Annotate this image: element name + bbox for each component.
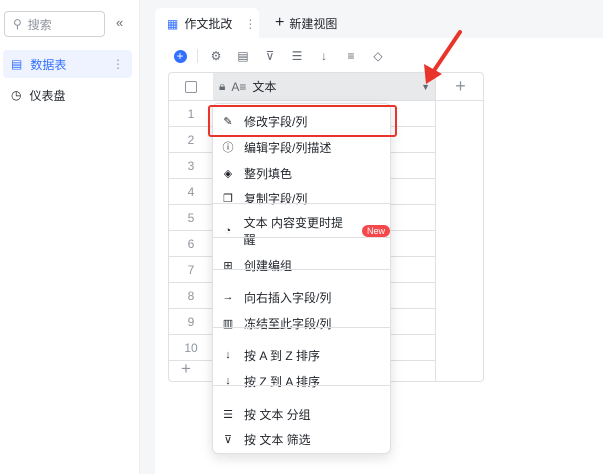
filter-icon[interactable]: ⊽ — [258, 46, 282, 66]
menu-item[interactable]: ◔ 文本 内容变更时提醒 New — [213, 216, 390, 247]
row-number: 5 — [187, 211, 195, 225]
column-context-menu: ✎ 修改字段/列 ⓘ 编辑字段/列描述 ◈ 整列填色 ❐ 复制字段/列 ◔ 文本 内容变更时提醒 N… — [212, 103, 391, 454]
more-icon[interactable]: ⋮ — [244, 17, 256, 31]
menu-item[interactable]: → 向右插入字段/列 — [213, 285, 390, 309]
tab-active-view[interactable]: ▦ 作文批改 ⋮ — [155, 8, 259, 39]
fill-color-icon: ◈ — [223, 167, 233, 180]
collapse-sidebar-button[interactable]: « — [116, 15, 123, 30]
row-number: 9 — [187, 315, 195, 329]
settings-icon[interactable]: ⚙ — [204, 46, 228, 66]
menu-divider — [213, 237, 390, 238]
menu-divider — [213, 269, 390, 270]
more-icon[interactable]: ⋮ — [112, 57, 124, 71]
info-icon: ⓘ — [222, 142, 234, 154]
table-icon: ▤ — [11, 57, 23, 71]
sort-asc-icon: ↓ — [225, 349, 231, 361]
row-number: 4 — [187, 185, 195, 199]
menu-item[interactable]: ⓘ 编辑字段/列描述 — [213, 135, 390, 159]
menu-item[interactable]: ▥ 冻结至此字段/列 — [213, 311, 390, 335]
add-record-button[interactable]: + — [168, 46, 192, 66]
reminder-icon: ◔ — [224, 225, 232, 237]
menu-divider — [213, 203, 390, 204]
fill-color-icon[interactable]: ◇ — [366, 46, 390, 66]
group-icon: ☰ — [223, 408, 233, 421]
search-icon: ⚲ — [13, 17, 22, 31]
arrow-right-icon: → — [222, 291, 234, 303]
menu-item[interactable]: ❐ 复制字段/列 — [213, 186, 390, 210]
search-input[interactable]: ⚲ 搜索 — [4, 11, 105, 37]
new-badge: New — [361, 225, 390, 237]
row-number: 8 — [187, 289, 195, 303]
text-field-icon: A≡ — [231, 79, 247, 94]
dashboard-icon: ◷ — [11, 88, 22, 102]
menu-item[interactable]: ◈ 整列填色 — [213, 161, 390, 185]
red-arrow-annotation — [424, 30, 462, 84]
highlight-box — [208, 105, 397, 137]
toolbar: + ⚙ ▤ ⊽ ☰ ↓ ≡ ◇ — [168, 46, 393, 66]
plus-icon: + — [275, 14, 285, 31]
sidebar-item-datatable[interactable]: ▤ 数据表 ⋮ — [3, 50, 132, 78]
row-number: 1 — [187, 107, 195, 121]
menu-item[interactable]: ↓ 按 Z 到 A 排序 — [213, 369, 390, 393]
select-all-checkbox[interactable] — [169, 73, 213, 101]
row-number: 3 — [187, 159, 195, 173]
sort-icon[interactable]: ↓ — [312, 46, 336, 66]
row-number: 7 — [187, 263, 195, 277]
filter-icon: ⊽ — [223, 433, 233, 446]
sidebar-item-dashboard[interactable]: ◷ 仪表盘 — [3, 81, 132, 109]
column-header-text[interactable]: 🔒︎ A≡ 文本 ▼ — [213, 73, 436, 101]
row-number: 10 — [184, 341, 198, 355]
menu-item[interactable]: ☰ 按 文本 分组 — [213, 402, 390, 426]
lock-icon: 🔒︎ — [219, 79, 226, 93]
table-icon: ▦ — [167, 16, 179, 31]
menu-item[interactable]: ↓ 按 A 到 Z 排序 — [213, 343, 390, 367]
group-icon[interactable]: ☰ — [285, 46, 309, 66]
menu-divider — [213, 385, 390, 386]
row-number: 2 — [187, 133, 195, 147]
menu-item[interactable]: ⊞ 创建编组 — [213, 253, 390, 277]
add-row-button[interactable]: + — [181, 359, 191, 379]
new-view-button[interactable]: + 新建视图 — [275, 14, 337, 32]
row-number: 6 — [187, 237, 195, 251]
field-manage-icon[interactable]: ▤ — [231, 46, 255, 66]
row-height-icon[interactable]: ≡ — [339, 46, 363, 66]
menu-item[interactable]: ⊽ 按 文本 筛选 — [213, 427, 390, 451]
menu-divider — [213, 327, 390, 328]
sidebar: ⚲ 搜索 « ▤ 数据表 ⋮ ◷ 仪表盘 — [0, 0, 140, 474]
